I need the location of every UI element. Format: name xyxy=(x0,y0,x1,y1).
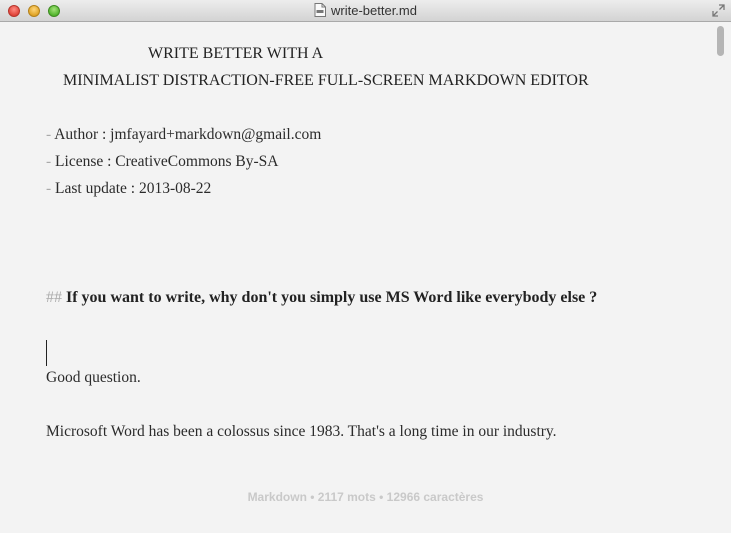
meta-license: - License : CreativeCommons By-SA xyxy=(46,153,278,171)
title-bar[interactable]: write-better.md xyxy=(0,0,731,22)
editor-text-area[interactable]: WRITE BETTER WITH A MINIMALIST DISTRACTI… xyxy=(0,22,712,533)
fullscreen-icon[interactable] xyxy=(712,4,725,17)
list-marker: - xyxy=(46,180,52,197)
paragraph-1: Good question. xyxy=(46,369,141,386)
paragraph-2: Microsoft Word has been a colossus since… xyxy=(46,423,557,440)
section-heading: ## If you want to write, why don't you s… xyxy=(46,284,656,311)
list-marker: - xyxy=(46,153,52,170)
meta-last-update-text: Last update : 2013-08-22 xyxy=(55,180,212,197)
editor-window: write-better.md WRITE BETTER WITH A MINI… xyxy=(0,0,731,533)
status-bar: Markdown • 2117 mots • 12966 caractères xyxy=(247,490,484,504)
vertical-scrollbar[interactable] xyxy=(712,22,731,533)
header-line-1: WRITE BETTER WITH A xyxy=(148,45,324,62)
meta-author: - Author : jmfayard+markdown@gmail.com xyxy=(46,126,321,144)
heading-marker: ## xyxy=(46,289,62,306)
window-title-area: write-better.md xyxy=(0,3,731,18)
heading-text: If you want to write, why don't you simp… xyxy=(66,289,598,306)
meta-author-text: Author : jmfayard+markdown@gmail.com xyxy=(54,126,322,143)
window-title: write-better.md xyxy=(331,3,417,18)
header-line-2: MINIMALIST DISTRACTION-FREE FULL-SCREEN … xyxy=(63,72,589,89)
list-marker: - xyxy=(46,126,52,143)
meta-last-update: - Last update : 2013-08-22 xyxy=(46,180,211,198)
text-cursor xyxy=(46,340,47,366)
scrollbar-thumb[interactable] xyxy=(717,26,724,56)
meta-license-text: License : CreativeCommons By-SA xyxy=(55,153,279,170)
document-icon xyxy=(314,3,326,17)
